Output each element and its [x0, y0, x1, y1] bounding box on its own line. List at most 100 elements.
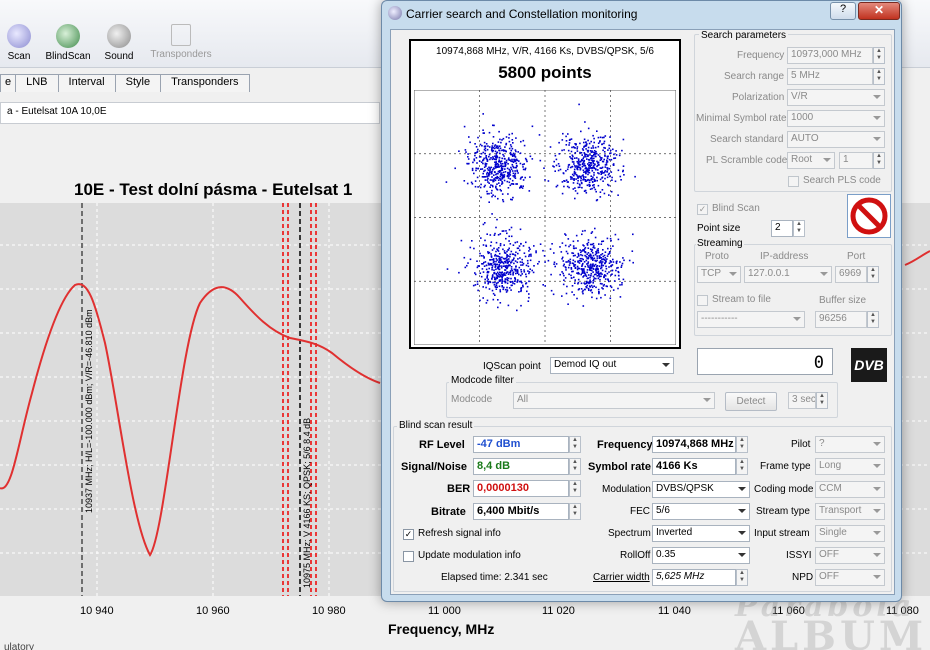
search-standard-select[interactable]: AUTO [787, 131, 885, 148]
carrier-width-spinner[interactable]: ▲ ▼ [736, 569, 748, 586]
detect-interval-spinner[interactable]: ▲ ▼ [816, 392, 828, 409]
rf-level-spinner[interactable]: ▲ ▼ [569, 436, 581, 453]
min-symbol-rate-select[interactable]: 1000 [787, 110, 885, 127]
input-stream-select[interactable]: Single [815, 525, 885, 542]
constellation-point [580, 179, 582, 182]
npd-select[interactable]: OFF [815, 569, 885, 586]
detect-button[interactable]: Detect [725, 392, 777, 411]
search-range-spinner[interactable]: ▲ ▼ [873, 68, 885, 85]
stream-type-select[interactable]: Transport [815, 503, 885, 520]
constellation-point [501, 256, 503, 259]
rolloff-select[interactable]: 0.35 [652, 547, 750, 564]
constellation-point [505, 150, 507, 153]
scan-button[interactable]: Scan [0, 24, 44, 62]
tab-transponders[interactable]: Transponders [160, 74, 250, 92]
constellation-point [574, 152, 577, 154]
constellation-point [490, 255, 493, 257]
point-size-input[interactable]: 2 [771, 220, 793, 237]
constellation-point [520, 280, 522, 283]
pl-scramble-code-input[interactable]: 1 [839, 152, 873, 169]
constellation-point [599, 178, 602, 181]
tab-style[interactable]: Style [114, 74, 162, 92]
stream-to-file-checkbox[interactable] [697, 295, 708, 306]
update-modulation-checkbox[interactable] [403, 551, 414, 562]
polarization-select[interactable]: V/R [787, 89, 885, 106]
port-spinner[interactable]: ▲ ▼ [867, 266, 879, 283]
constellation-point [504, 269, 506, 271]
search-pls-checkbox[interactable] [788, 176, 799, 187]
signal-noise-spinner[interactable]: ▲ ▼ [569, 458, 581, 475]
constellation-point [508, 235, 510, 238]
buffer-size-spinner[interactable]: ▲ ▼ [867, 311, 879, 328]
constellation-point [597, 273, 600, 276]
spectrum-select[interactable]: Inverted [652, 525, 750, 542]
blind-scan-checkbox[interactable]: ✓ [697, 204, 708, 215]
constellation-point [477, 148, 479, 151]
transponders-button[interactable]: Transponders [150, 24, 212, 60]
constellation-point [616, 260, 618, 263]
close-button[interactable]: ✕ [858, 2, 900, 20]
search-range-input[interactable]: 5 MHz [787, 68, 873, 85]
constellation-point [603, 136, 605, 139]
constellation-point [583, 159, 586, 162]
ip-address-select[interactable]: 127.0.0.1 [744, 266, 832, 283]
constellation-point [604, 155, 606, 157]
constellation-point [512, 253, 515, 256]
constellation-point [495, 273, 498, 276]
pl-scramble-spinner[interactable]: ▲ ▼ [873, 152, 885, 169]
constellation-point [604, 177, 606, 180]
carrier-width-label[interactable]: Carrier width [593, 572, 650, 583]
port-input[interactable]: 6969 [835, 266, 867, 283]
sound-button[interactable]: Sound [94, 24, 144, 62]
constellation-point [476, 280, 479, 283]
stop-button[interactable] [847, 194, 891, 238]
constellation-point [585, 141, 587, 143]
coding-mode-select[interactable]: CCM [815, 481, 885, 498]
help-button[interactable]: ? [830, 2, 856, 20]
pl-scramble-mode-select[interactable]: Root [787, 152, 835, 169]
detect-interval-input[interactable]: 3 sec [788, 392, 816, 409]
constellation-point [632, 261, 634, 264]
buffer-size-input[interactable]: 96256 [815, 311, 867, 328]
stream-file-select[interactable]: ----------- [697, 311, 805, 328]
x-tick-label: 11 020 [542, 605, 575, 617]
point-size-spinner[interactable]: ▲ ▼ [793, 220, 805, 237]
pilot-select[interactable]: ? [815, 436, 885, 453]
constellation-point [580, 130, 582, 133]
ber-spinner[interactable]: ▲ ▼ [569, 480, 581, 497]
ber-label: BER [447, 483, 471, 495]
blindscan-button[interactable]: BlindScan [43, 24, 93, 62]
constellation-point [518, 291, 520, 293]
constellation-point [512, 274, 514, 276]
frequency-spinner[interactable]: ▲ ▼ [873, 47, 885, 64]
proto-select[interactable]: TCP [697, 266, 741, 283]
modcode-select[interactable]: All [513, 392, 715, 409]
bitrate-spinner[interactable]: ▲ ▼ [569, 503, 581, 520]
frame-type-select[interactable]: Long [815, 458, 885, 475]
constellation-point [464, 149, 467, 151]
iqscan-select[interactable]: Demod IQ out [550, 357, 674, 374]
constellation-point [492, 292, 495, 295]
constellation-point [521, 258, 523, 261]
constellation-point [591, 249, 594, 251]
tab-interval[interactable]: Interval [57, 74, 116, 92]
constellation-point [487, 278, 489, 281]
tab-lnb[interactable]: LNB [15, 74, 59, 92]
result-frequency-spinner[interactable]: ▲ ▼ [736, 436, 748, 453]
constellation-point [529, 155, 532, 158]
constellation-point [620, 266, 623, 268]
constellation-point [583, 249, 585, 252]
constellation-point [577, 278, 580, 281]
tab-e[interactable]: e [0, 74, 17, 92]
constellation-point [580, 177, 582, 180]
refresh-signal-checkbox[interactable]: ✓ [403, 529, 414, 540]
frequency-input[interactable]: 10973,000 MHz [787, 47, 873, 64]
issyi-select[interactable]: OFF [815, 547, 885, 564]
constellation-point [485, 245, 488, 247]
modulation-select[interactable]: DVBS/QPSK [652, 481, 750, 498]
constellation-point [563, 279, 565, 281]
symbol-rate-spinner[interactable]: ▲ ▼ [736, 458, 748, 475]
fec-select[interactable]: 5/6 [652, 503, 750, 520]
constellation-point [472, 284, 475, 287]
satellite-field[interactable]: a - Eutelsat 10A 10,0E [0, 102, 380, 124]
